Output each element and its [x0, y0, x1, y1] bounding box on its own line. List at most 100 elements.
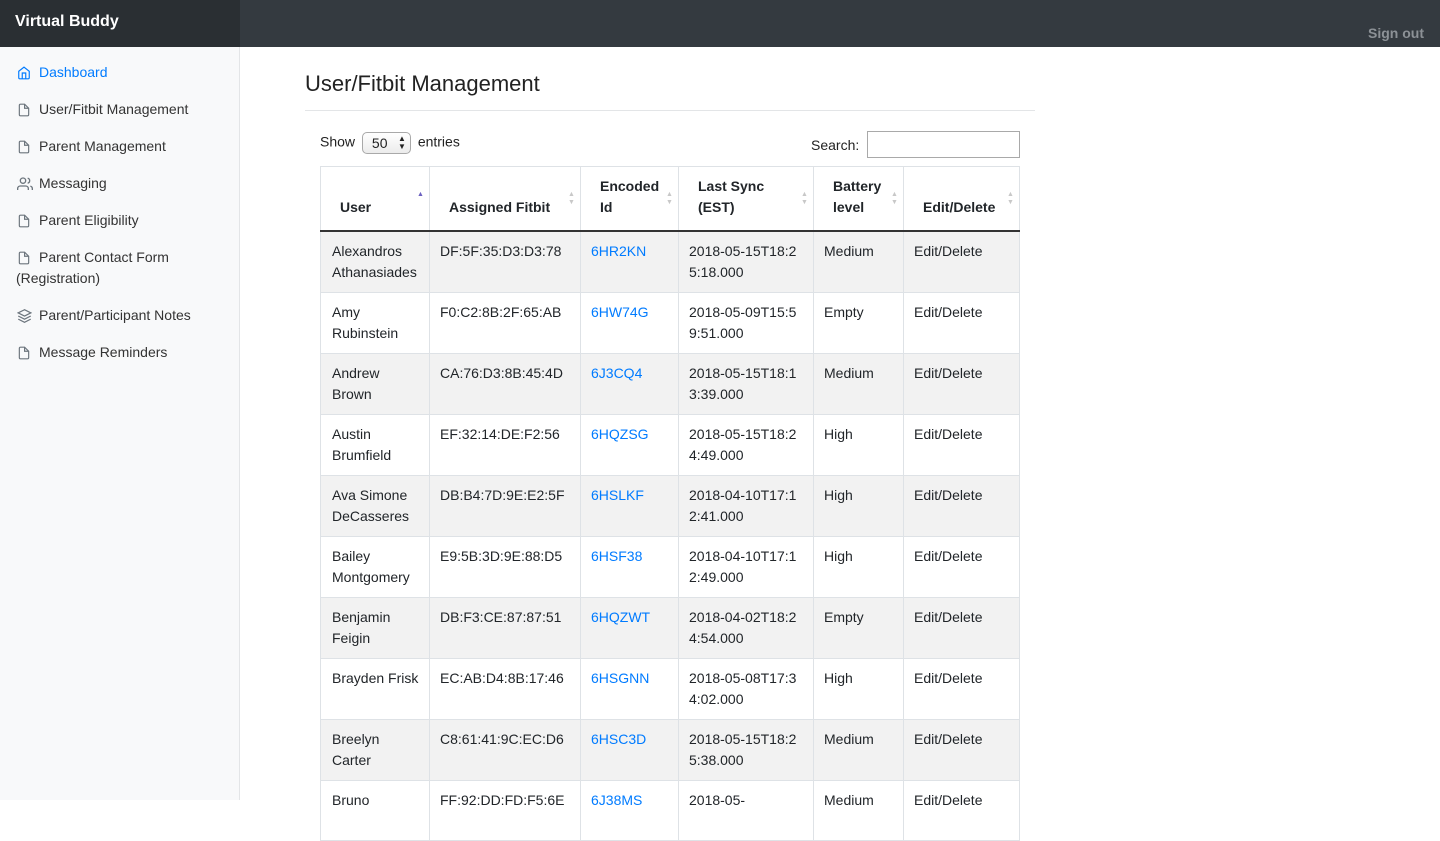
cell-last-sync: 2018-05-15T18:25:18.000 [678, 230, 814, 293]
cell-last-sync: 2018-05-09T15:59:51.000 [678, 291, 814, 354]
page-title: User/Fitbit Management [305, 71, 540, 96]
sidebar-item-label: Parent Contact Form (Registration) [16, 249, 169, 286]
cell-battery: Medium [813, 230, 904, 293]
page-length-control: Show 50 ▲ ▼ entries [320, 132, 460, 154]
cell-encoded-id: 6HQZWT [580, 596, 679, 659]
cell-last-sync: 2018-05-15T18:24:49.000 [678, 413, 814, 476]
cell-encoded-id: 6HSF38 [580, 535, 679, 598]
encoded-id-link[interactable]: 6HR2KN [591, 243, 646, 259]
table-row: Brayden Frisk EC:AB:D4:8B:17:46 6HSGNN 2… [320, 657, 1020, 720]
search-input[interactable] [867, 131, 1021, 158]
cell-fitbit: E9:5B:3D:9E:88:D5 [429, 535, 581, 598]
sort-icon: ▲ ▼ [801, 191, 808, 206]
cell-user: Amy Rubinstein [320, 291, 430, 354]
encoded-id-link[interactable]: 6HSLKF [591, 487, 644, 503]
sidebar-item-parent-participant-notes[interactable]: Parent/Participant Notes [0, 305, 239, 326]
encoded-id-link[interactable]: 6HQZWT [591, 609, 650, 625]
layers-icon [17, 309, 32, 323]
column-header-assigned-fitbit[interactable]: Assigned Fitbit ▲ ▼ [429, 166, 581, 232]
cell-encoded-id: 6HSGNN [580, 657, 679, 720]
cell-user: Breelyn Carter [320, 718, 430, 781]
column-header-last-sync[interactable]: Last Sync (EST) ▲ ▼ [678, 166, 814, 232]
cell-last-sync: 2018-05-15T18:25:38.000 [678, 718, 814, 781]
table-row: Andrew Brown CA:76:D3:8B:45:4D 6J3CQ4 20… [320, 352, 1020, 415]
encoded-id-link[interactable]: 6HW74G [591, 304, 649, 320]
table-header-row: User ▲▼ Assigned Fitbit ▲▼ Encoded Id ▲▼ La… [320, 166, 1020, 232]
encoded-id-link[interactable]: 6HSGNN [591, 670, 649, 686]
sidebar-item-label: Parent/Participant Notes [39, 307, 191, 323]
cell-fitbit: FF:92:DD:FD:F5:6E [429, 779, 581, 841]
cell-user: Austin Brumfield [320, 413, 430, 476]
edit-delete-action[interactable]: Edit/Delete [903, 779, 1020, 841]
cell-encoded-id: 6HSLKF [580, 474, 679, 537]
column-header-user[interactable]: User ▲▼ [320, 166, 430, 232]
column-header-label: User [340, 198, 372, 215]
edit-delete-action[interactable]: Edit/Delete [903, 291, 1020, 354]
column-header-label: Assigned Fitbit [449, 198, 551, 215]
encoded-id-link[interactable]: 6HSC3D [591, 731, 646, 747]
cell-encoded-id: 6J3CQ4 [580, 352, 679, 415]
edit-delete-action[interactable]: Edit/Delete [903, 718, 1020, 781]
sidebar-item-dashboard[interactable]: Dashboard [0, 62, 239, 83]
cell-battery: Empty [813, 291, 904, 354]
cell-fitbit: CA:76:D3:8B:45:4D [429, 352, 581, 415]
table-row: Austin Brumfield EF:32:14:DE:F2:56 6HQZS… [320, 413, 1020, 476]
edit-delete-action[interactable]: Edit/Delete [903, 535, 1020, 598]
file-icon [18, 251, 30, 265]
sidebar-item-parent-management[interactable]: Parent Management [0, 136, 239, 157]
brand-logo[interactable]: Virtual Buddy [0, 0, 240, 47]
table-row: Ava Simone DeCasseres DB:B4:7D:9E:E2:5F … [320, 474, 1020, 537]
edit-delete-action[interactable]: Edit/Delete [903, 596, 1020, 659]
cell-encoded-id: 6HQZSG [580, 413, 679, 476]
file-icon [18, 214, 30, 228]
cell-fitbit: EC:AB:D4:8B:17:46 [429, 657, 581, 720]
sidebar-item-user-fitbit-management[interactable]: User/Fitbit Management [0, 99, 239, 120]
cell-last-sync: 2018-04-10T17:12:49.000 [678, 535, 814, 598]
cell-fitbit: EF:32:14:DE:F2:56 [429, 413, 581, 476]
cell-fitbit: C8:61:41:9C:EC:D6 [429, 718, 581, 781]
column-header-battery-level[interactable]: Battery level ▲ ▼ [813, 166, 904, 232]
page-size-select[interactable]: 50 ▲ ▼ [361, 132, 411, 154]
sidebar-item-message-reminders[interactable]: Message Reminders [0, 342, 239, 363]
cell-battery: High [813, 474, 904, 537]
users-table: User ▲▼ Assigned Fitbit ▲▼ Encoded Id ▲▼ La… [320, 166, 1020, 841]
sidebar-item-parent-contact-form[interactable]: Parent Contact Form (Registration) [0, 247, 239, 289]
cell-battery: Medium [813, 718, 904, 781]
file-icon [18, 346, 30, 360]
show-label: Show [320, 133, 356, 150]
sidebar-item-label: Messaging [39, 175, 107, 191]
edit-delete-action[interactable]: Edit/Delete [903, 230, 1020, 293]
cell-battery: High [813, 535, 904, 598]
sidebar-item-messaging[interactable]: Messaging [0, 173, 239, 194]
column-header-encoded-id[interactable]: Encoded Id ▲ ▼ [580, 166, 679, 232]
cell-user: Brayden Frisk [320, 657, 430, 720]
search-label: Search: [811, 136, 860, 153]
encoded-id-link[interactable]: 6HSF38 [591, 548, 642, 564]
users-icon [17, 177, 33, 190]
page-size-value: 50 [371, 135, 388, 151]
sign-out-link[interactable]: Sign out [1368, 25, 1424, 41]
top-navbar: Virtual Buddy Sign out [0, 0, 1440, 47]
cell-battery: Medium [813, 779, 904, 841]
entries-label: entries [417, 133, 460, 150]
cell-user: Alexandros Athanasiades [320, 230, 430, 293]
sort-ascending-icon: ▲▼ [417, 191, 424, 198]
sort-icon: ▲ ▼ [891, 191, 898, 206]
table-row: Alexandros Athanasiades DF:5F:35:D3:D3:7… [320, 230, 1020, 293]
edit-delete-action[interactable]: Edit/Delete [903, 657, 1020, 720]
edit-delete-action[interactable]: Edit/Delete [903, 413, 1020, 476]
edit-delete-action[interactable]: Edit/Delete [903, 474, 1020, 537]
encoded-id-link[interactable]: 6J3CQ4 [591, 365, 642, 381]
select-arrows-icon: ▲ ▼ [398, 134, 406, 151]
sidebar-item-parent-eligibility[interactable]: Parent Eligibility [0, 210, 239, 231]
encoded-id-link[interactable]: 6HQZSG [591, 426, 649, 442]
edit-delete-action[interactable]: Edit/Delete [903, 352, 1020, 415]
cell-encoded-id: 6J38MS [580, 779, 679, 841]
cell-user: Ava Simone DeCasseres [320, 474, 430, 537]
table-row: Bruno FF:92:DD:FD:F5:6E 6J38MS 2018-05- … [320, 779, 1020, 841]
column-header-label: Battery level [833, 177, 882, 215]
cell-encoded-id: 6HR2KN [580, 230, 679, 293]
column-header-edit-delete[interactable]: Edit/Delete ▲ ▼ [903, 166, 1020, 232]
file-icon [18, 140, 30, 154]
cell-battery: Medium [813, 352, 904, 415]
